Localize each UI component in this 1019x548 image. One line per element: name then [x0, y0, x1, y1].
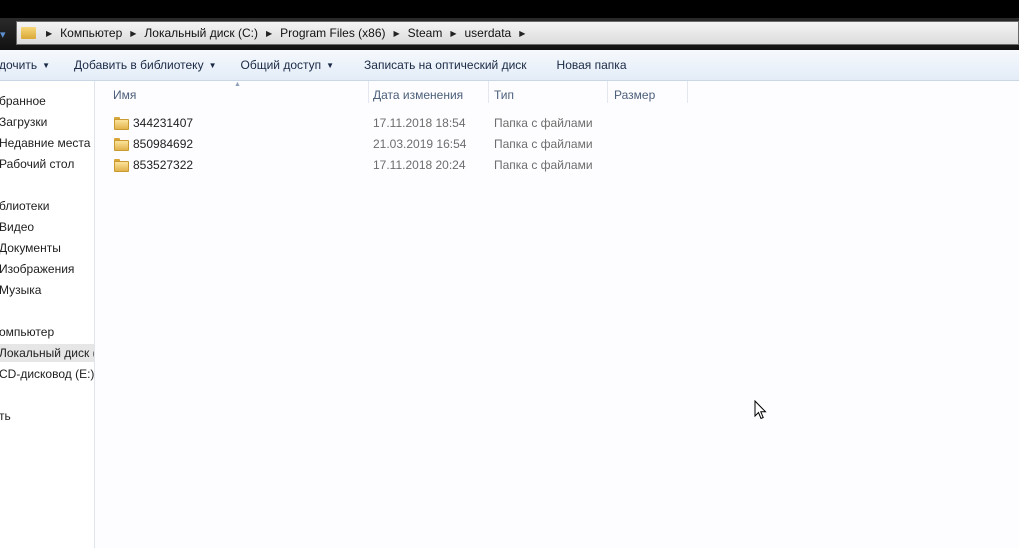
nav-music[interactable]: Музыка	[0, 281, 41, 299]
breadcrumb-local-disk[interactable]: Локальный диск (C:)	[144, 26, 258, 40]
file-type: Папка с файлами	[494, 158, 593, 172]
breadcrumb-computer[interactable]: Компьютер	[60, 26, 122, 40]
column-divider[interactable]	[687, 81, 688, 103]
column-divider[interactable]	[607, 81, 608, 103]
column-header-size[interactable]: Размер	[614, 87, 655, 103]
new-folder-button[interactable]: Новая папка	[557, 58, 627, 72]
dropdown-arrow-icon: ▼	[208, 60, 217, 70]
nav-cd-drive[interactable]: CD-дисковод (E:)	[0, 365, 94, 383]
nav-favorites[interactable]: бранное	[0, 92, 46, 110]
dropdown-arrow-icon: ▼	[326, 60, 335, 70]
nav-documents[interactable]: Документы	[0, 239, 61, 257]
address-bar-area: ▾ ▶ Компьютер ▶ Локальный диск (C:) ▶ Pr…	[0, 18, 1019, 50]
table-row[interactable]: 853527322 17.11.2018 20:24 Папка с файла…	[109, 155, 709, 175]
table-row[interactable]: 850984692 21.03.2019 16:54 Папка с файла…	[109, 134, 709, 154]
folder-icon	[114, 159, 129, 172]
file-date: 21.03.2019 16:54	[373, 137, 467, 151]
table-row[interactable]: 344231407 17.11.2018 18:54 Папка с файла…	[109, 113, 709, 133]
dropdown-arrow-icon: ▼	[42, 60, 51, 70]
burn-label: Записать на оптический диск	[364, 58, 527, 72]
nav-network[interactable]: ть	[0, 407, 11, 425]
folder-icon	[114, 138, 129, 151]
column-divider[interactable]	[368, 81, 369, 103]
share-label: Общий доступ	[240, 58, 322, 72]
file-name: 344231407	[133, 116, 194, 130]
chevron-right-icon[interactable]: ▶	[266, 29, 272, 38]
folder-icon	[114, 117, 129, 130]
column-divider[interactable]	[488, 81, 489, 103]
folder-icon	[21, 27, 36, 39]
file-name: 853527322	[133, 158, 194, 172]
nav-downloads[interactable]: Загрузки	[0, 113, 47, 131]
add-to-library-label: Добавить в библиотеку	[74, 58, 204, 72]
chevron-right-icon[interactable]: ▶	[450, 29, 456, 38]
organize-label: дочить	[0, 58, 38, 72]
file-name: 850984692	[133, 137, 194, 151]
burn-button[interactable]: Записать на оптический диск	[364, 58, 527, 72]
nav-computer[interactable]: омпьютер	[0, 323, 54, 341]
nav-images[interactable]: Изображения	[0, 260, 74, 278]
file-type: Папка с файлами	[494, 137, 593, 151]
file-date: 17.11.2018 20:24	[373, 158, 466, 172]
mouse-cursor-icon	[754, 400, 767, 420]
organize-button[interactable]: дочить ▼	[0, 58, 50, 72]
breadcrumb-program-files[interactable]: Program Files (x86)	[280, 26, 385, 40]
breadcrumb-userdata[interactable]: userdata	[465, 26, 512, 40]
file-list: ▲ Имя Дата изменения Тип Размер 34423140…	[95, 81, 1019, 548]
nav-recent-places[interactable]: Недавние места	[0, 134, 90, 152]
nav-history-chevron-down-icon[interactable]: ▾	[0, 25, 14, 45]
new-folder-label: Новая папка	[556, 58, 627, 72]
share-button[interactable]: Общий доступ ▼	[241, 58, 335, 72]
navigation-pane: бранное Загрузки Недавние места Рабочий …	[0, 81, 95, 548]
column-header-date[interactable]: Дата изменения	[373, 87, 463, 103]
file-type: Папка с файлами	[494, 116, 593, 130]
sort-ascending-icon: ▲	[234, 81, 241, 88]
file-date: 17.11.2018 18:54	[373, 116, 466, 130]
nav-libraries[interactable]: блиотеки	[0, 197, 49, 215]
window-titlebar	[0, 0, 1019, 18]
command-toolbar: дочить ▼ Добавить в библиотеку ▼ Общий д…	[0, 50, 1019, 81]
chevron-right-icon[interactable]: ▶	[130, 29, 136, 38]
breadcrumb-steam[interactable]: Steam	[408, 26, 443, 40]
add-to-library-button[interactable]: Добавить в библиотеку ▼	[74, 58, 216, 72]
nav-video[interactable]: Видео	[0, 218, 34, 236]
nav-desktop[interactable]: Рабочий стол	[0, 155, 74, 173]
nav-local-disk[interactable]: Локальный диск (	[0, 344, 94, 362]
chevron-right-icon[interactable]: ▶	[519, 29, 525, 38]
chevron-right-icon[interactable]: ▶	[394, 29, 400, 38]
address-bar[interactable]: ▶ Компьютер ▶ Локальный диск (C:) ▶ Prog…	[16, 21, 1019, 45]
chevron-right-icon[interactable]: ▶	[46, 29, 52, 38]
column-header-type[interactable]: Тип	[494, 87, 514, 103]
column-header-name[interactable]: Имя	[113, 87, 136, 103]
